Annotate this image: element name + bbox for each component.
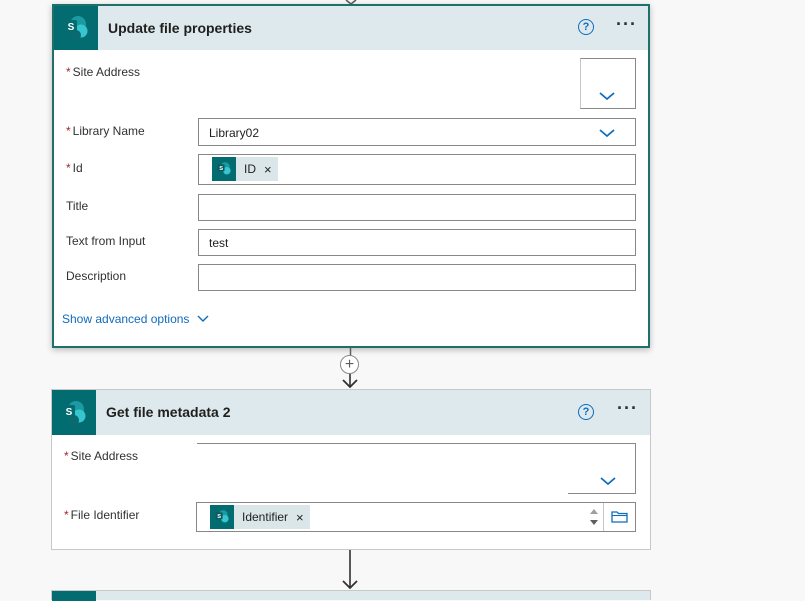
- more-icon[interactable]: ···: [616, 14, 637, 35]
- add-step-label: +: [344, 356, 355, 373]
- library-name-value: Library02: [209, 126, 260, 140]
- text-from-input-field[interactable]: test: [198, 229, 636, 256]
- card-header[interactable]: S Update file properties ? ···: [54, 6, 648, 50]
- next-action-card[interactable]: [51, 590, 651, 601]
- label-text: Library Name: [72, 124, 145, 138]
- text-from-input-label: Text from Input: [66, 234, 146, 248]
- svg-text:S: S: [217, 514, 221, 520]
- id-field[interactable]: S ID ×: [198, 154, 636, 185]
- more-icon[interactable]: ···: [617, 398, 638, 419]
- site-address-dropdown[interactable]: [580, 58, 636, 109]
- sharepoint-icon: S: [210, 505, 234, 529]
- advanced-link-text: Show advanced options: [62, 312, 190, 326]
- required-marker: *: [64, 508, 69, 522]
- card-title: Get file metadata 2: [106, 404, 231, 420]
- library-name-dropdown[interactable]: Library02: [198, 118, 636, 146]
- id-token[interactable]: S ID ×: [212, 157, 278, 181]
- token-text: ID: [244, 162, 256, 176]
- description-input[interactable]: [198, 264, 636, 291]
- help-icon[interactable]: ?: [578, 404, 594, 420]
- svg-text:S: S: [66, 407, 73, 418]
- identifier-token[interactable]: S Identifier ×: [210, 505, 310, 529]
- file-identifier-field[interactable]: S Identifier ×: [196, 502, 636, 532]
- chevron-down-icon: [197, 315, 209, 322]
- sharepoint-icon: S: [54, 6, 98, 50]
- token-text: Identifier: [242, 510, 289, 524]
- label-text: Id: [72, 161, 83, 175]
- description-label: Description: [66, 269, 127, 283]
- arrow-down-icon: [342, 550, 358, 590]
- dropdown-bottom-border: [568, 493, 636, 494]
- help-icon[interactable]: ?: [578, 19, 594, 35]
- update-file-properties-card: S Update file properties ? ··· * Site Add…: [52, 4, 650, 348]
- site-address-label: * Site Address: [66, 65, 140, 79]
- text-from-input-value: test: [209, 236, 229, 250]
- site-address-label: * Site Address: [64, 449, 138, 463]
- title-label: Title: [66, 199, 89, 213]
- site-address-dropdown[interactable]: [197, 443, 636, 494]
- sharepoint-icon: S: [52, 390, 96, 435]
- required-marker: *: [66, 161, 71, 175]
- svg-text:S: S: [68, 22, 75, 33]
- spin-button-icon[interactable]: [589, 506, 599, 528]
- id-label: * Id: [66, 161, 83, 175]
- required-marker: *: [64, 449, 69, 463]
- chevron-down-icon[interactable]: [600, 476, 616, 486]
- plus-icon[interactable]: +: [340, 355, 359, 374]
- close-icon[interactable]: ×: [296, 510, 304, 525]
- sharepoint-icon: [52, 591, 96, 601]
- sharepoint-icon: S: [212, 157, 236, 181]
- folder-icon[interactable]: [611, 510, 628, 523]
- close-icon[interactable]: ×: [264, 162, 272, 177]
- chevron-down-icon[interactable]: [599, 91, 615, 101]
- label-text: File Identifier: [70, 508, 140, 522]
- required-marker: *: [66, 65, 71, 79]
- file-identifier-label: * File Identifier: [64, 508, 139, 522]
- chevron-down-icon[interactable]: [599, 128, 615, 138]
- card-title: Update file properties: [108, 20, 252, 36]
- label-text: Site Address: [70, 449, 139, 463]
- get-file-metadata-card: S Get file metadata 2 ? ··· * Site Addres…: [51, 389, 651, 550]
- title-input[interactable]: [198, 194, 636, 221]
- arrow-down-icon: [342, 374, 358, 389]
- card-header[interactable]: S Get file metadata 2 ? ···: [52, 390, 650, 435]
- library-name-label: * Library Name: [66, 124, 145, 138]
- label-text: Site Address: [72, 65, 141, 79]
- svg-text:S: S: [219, 166, 223, 172]
- show-advanced-options-link[interactable]: Show advanced options: [62, 312, 209, 326]
- required-marker: *: [66, 124, 71, 138]
- field-divider: [603, 503, 604, 531]
